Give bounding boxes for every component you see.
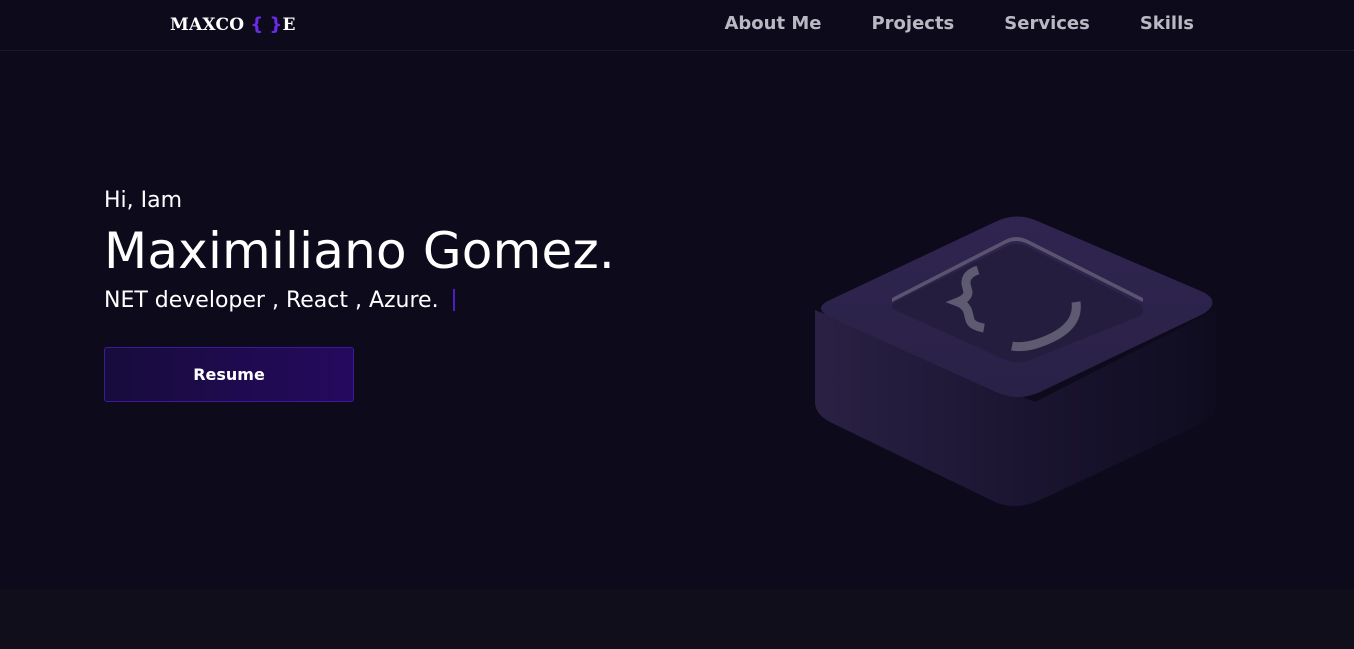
logo-text-start: MAXCO (170, 15, 245, 35)
logo-text-end: E (282, 15, 296, 35)
hero-roles: NET developer , React , Azure. (104, 288, 455, 313)
navbar: MAXCO { }E About Me Projects Services Sk… (0, 0, 1354, 51)
nav-link-about-me[interactable]: About Me (724, 13, 821, 34)
nav-link-services[interactable]: Services (1004, 13, 1090, 34)
logo-brace-close: } (269, 14, 283, 35)
next-section-strip (0, 589, 1354, 649)
resume-button[interactable]: Resume (104, 347, 354, 402)
nav-links: About Me Projects Services Skills (724, 13, 1194, 34)
nav-link-projects[interactable]: Projects (871, 13, 954, 34)
hero-roles-text: NET developer , React , Azure. (104, 288, 439, 313)
site-logo[interactable]: MAXCO { }E (170, 14, 296, 35)
nav-link-skills[interactable]: Skills (1140, 13, 1194, 34)
hero-section: Hi, Iam Maximiliano Gomez. NET developer… (0, 52, 1354, 589)
hero-greeting: Hi, Iam (104, 188, 183, 213)
hero-name: Maximiliano Gomez. (104, 222, 615, 280)
typing-cursor (452, 289, 455, 311)
logo-brace-open: { (250, 14, 264, 35)
curly-braces-block-icon (800, 192, 1230, 512)
page: MAXCO { }E About Me Projects Services Sk… (0, 0, 1354, 649)
